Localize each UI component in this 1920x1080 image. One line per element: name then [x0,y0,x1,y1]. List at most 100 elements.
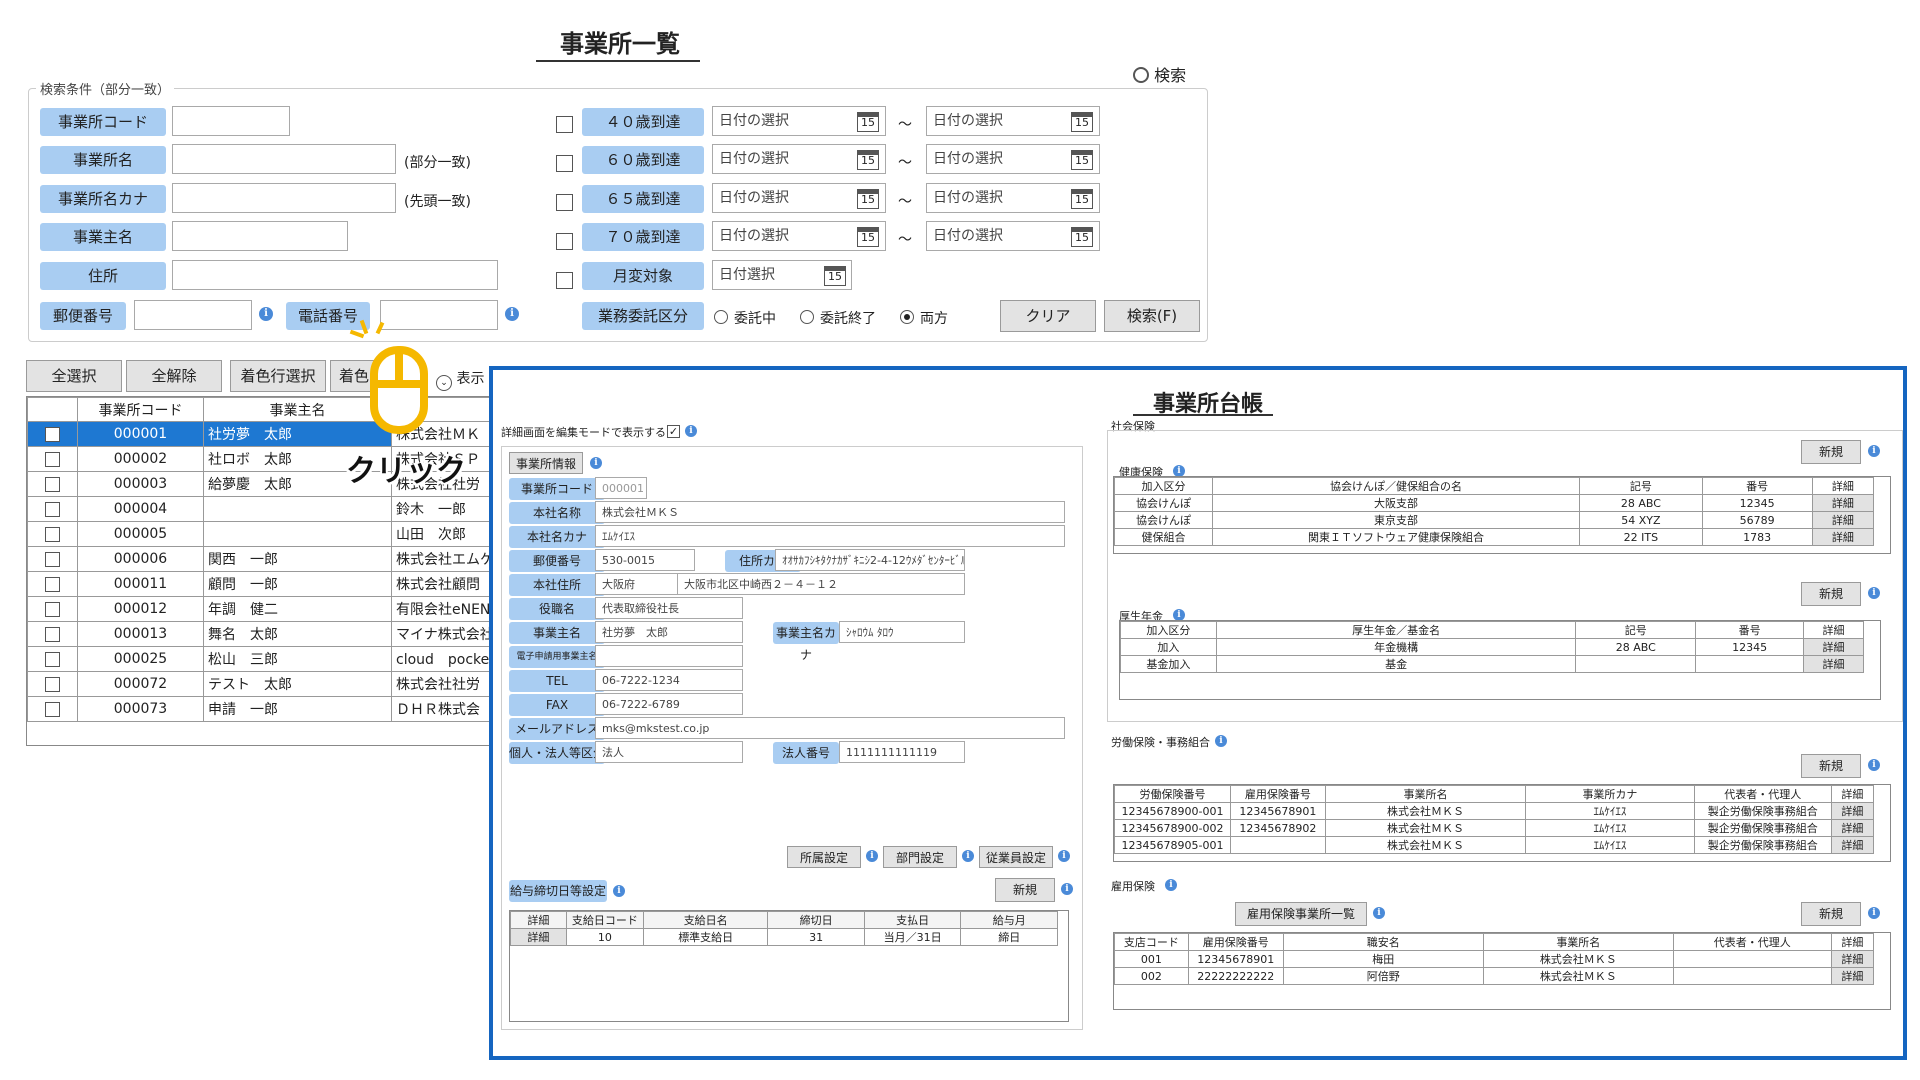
calendar-icon[interactable]: 15 [824,266,846,286]
table-row[interactable]: 000073 申請 一郎 ＤＨＲ株式会 [27,696,495,722]
row-checkbox[interactable] [45,451,60,467]
row-checkbox[interactable] [45,476,60,492]
table-row[interactable]: 000004 鈴木 一郎 [27,496,495,522]
detail-button[interactable]: 詳細 [1803,655,1864,673]
row-checkbox[interactable] [45,601,60,617]
row-checkbox[interactable] [45,426,60,442]
row-checkbox[interactable] [45,626,60,642]
detail-button[interactable]: 詳細 [1811,494,1875,512]
table-row[interactable]: 12345678900-002 12345678902 株式会社ＭＫＳ ｴﾑｹｲｴｽ製… [1114,819,1875,837]
calendar-icon[interactable]: 15 [1071,150,1093,170]
table-row[interactable]: 000072 テスト 太郎 株式会社社労 [27,671,495,697]
address-input[interactable] [172,260,498,290]
pay-new-button[interactable]: 新規 [995,878,1055,902]
owner-input[interactable] [172,221,348,251]
code-input[interactable] [172,106,290,136]
employment-list-info-icon[interactable]: i [1373,907,1385,919]
phone-input[interactable] [380,300,498,330]
pay-new-info-icon[interactable]: i [1061,883,1073,895]
table-row[interactable]: 000005 山田 次郎 [27,521,495,547]
pay-info-icon[interactable]: i [613,885,625,897]
detail-button[interactable]: 詳細 [1830,819,1875,837]
row-checkbox[interactable] [45,551,60,567]
table-row[interactable]: 000012 年調 健二 有限会社eNEN [27,596,495,622]
office-info-tab[interactable]: 事業所情報 [509,452,583,474]
field-input-e-owner[interactable] [595,645,743,667]
field-input-name[interactable]: 株式会社ＭＫＳ [595,501,1065,523]
row-checkbox[interactable] [45,526,60,542]
table-row[interactable]: 12345678900-001 12345678901 株式会社ＭＫＳ ｴﾑｹｲｴｽ製… [1114,802,1875,820]
table-row[interactable]: 002 22222222222 阿倍野 株式会社ＭＫＳ 詳細 [1114,967,1875,985]
calendar-icon[interactable]: 15 [1071,112,1093,132]
calendar-icon[interactable]: 15 [1071,227,1093,247]
calendar-icon[interactable]: 15 [857,150,879,170]
table-row[interactable]: 000001 社労夢 太郎 株式会社ＭＫ [27,421,495,447]
table-row[interactable]: 000025 松山 三郎 cloud pocke [27,646,495,672]
employment-new-button[interactable]: 新規 [1801,902,1861,926]
select-all-button[interactable]: 全選択 [26,360,122,392]
field-input-address[interactable]: 大阪市北区中崎西２－４－１２ [677,573,965,595]
pension-new-info-icon[interactable]: i [1868,587,1880,599]
detail-button[interactable]: 詳細 [1811,528,1875,546]
deselect-all-button[interactable]: 全解除 [126,360,222,392]
detail-button[interactable]: 詳細 [1811,511,1875,529]
field-input-type[interactable]: 法人 [595,741,743,763]
row-checkbox[interactable] [45,576,60,592]
row-checkbox[interactable] [45,701,60,717]
employee-button[interactable]: 従業員設定 [979,846,1053,868]
field-input-postal[interactable]: 530-0015 [595,549,695,571]
affiliation-info-icon[interactable]: i [866,850,878,862]
age70-checkbox[interactable] [556,233,573,250]
phone-info-icon[interactable]: i [505,307,519,321]
color-row-select-button[interactable]: 着色行選択 [230,360,326,392]
pension-new-button[interactable]: 新規 [1801,582,1861,606]
radio-ended[interactable] [800,310,814,324]
department-info-icon[interactable]: i [962,850,974,862]
edit-mode-checkbox[interactable]: ✓ [667,425,680,438]
detail-button[interactable]: 詳細 [510,928,567,946]
labor-new-button[interactable]: 新規 [1801,754,1861,778]
table-row[interactable]: 基金加入 基金 詳細 [1120,655,1864,673]
field-input-addr-kana[interactable]: ｵｵｻｶﾌｼｷﾀｸﾅｶｻﾞｷﾆｼ2-4-12ｳﾒﾀﾞｾﾝﾀｰﾋﾞﾙ [775,549,965,571]
detail-button[interactable]: 詳細 [1830,967,1875,985]
row-checkbox[interactable] [45,501,60,517]
col-owner-header[interactable]: 事業主名 [203,397,392,422]
calendar-icon[interactable]: 15 [857,112,879,132]
table-row[interactable]: 協会けんぽ 東京支部 54 XYZ 56789 詳細 [1114,511,1875,529]
employment-list-button[interactable]: 雇用保険事業所一覧 [1235,902,1367,926]
name-input[interactable] [172,144,396,174]
field-input-owner-kana[interactable]: ｼｬﾛｳﾑ ﾀﾛｳ [839,621,965,643]
field-input-kana[interactable]: ｴﾑｹｲｴｽ [595,525,1065,547]
calendar-icon[interactable]: 15 [857,227,879,247]
office-info-icon[interactable]: i [590,457,602,469]
clear-button[interactable]: クリア [1000,300,1096,332]
detail-button[interactable]: 詳細 [1830,802,1875,820]
age40-checkbox[interactable] [556,116,573,133]
health-new-button[interactable]: 新規 [1801,440,1861,464]
postal-info-icon[interactable]: i [259,307,273,321]
kana-input[interactable] [172,183,396,213]
show-toggle[interactable]: ⌄ 表示 [436,368,484,391]
radio-both[interactable] [900,310,914,324]
row-checkbox[interactable] [45,676,60,692]
employment-new-info-icon[interactable]: i [1868,907,1880,919]
detail-button[interactable]: 詳細 [1830,950,1875,968]
detail-button[interactable]: 詳細 [1803,638,1864,656]
search-link[interactable]: 検索 [1133,62,1186,86]
table-row[interactable]: 詳細 10 標準支給日 31 当月／31日 締日 [510,928,1058,946]
row-checkbox[interactable] [45,651,60,667]
labor-new-info-icon[interactable]: i [1868,759,1880,771]
table-row[interactable]: 健保組合 関東ＩＴソフトウェア健康保険組合 22 ITS 1783 詳細 [1114,528,1875,546]
table-row[interactable]: 000011 顧問 一郎 株式会社顧問 [27,571,495,597]
table-row[interactable]: 000013 舞名 太郎 マイナ株式会社 [27,621,495,647]
affiliation-button[interactable]: 所属設定 [787,846,861,868]
radio-outsourcing[interactable] [714,310,728,324]
edit-mode-info-icon[interactable]: i [685,425,697,437]
monthly-checkbox[interactable] [556,272,573,289]
col-code-header[interactable]: 事業所コード [77,397,204,422]
field-input-owner[interactable]: 社労夢 太郎 [595,621,743,643]
employee-info-icon[interactable]: i [1058,850,1070,862]
table-row[interactable]: 000006 関西 一郎 株式会社エムケ [27,546,495,572]
table-row[interactable]: 加入 年金機構 28 ABC 12345 詳細 [1120,638,1864,656]
field-input-tel[interactable]: 06-7222-1234 [595,669,743,691]
